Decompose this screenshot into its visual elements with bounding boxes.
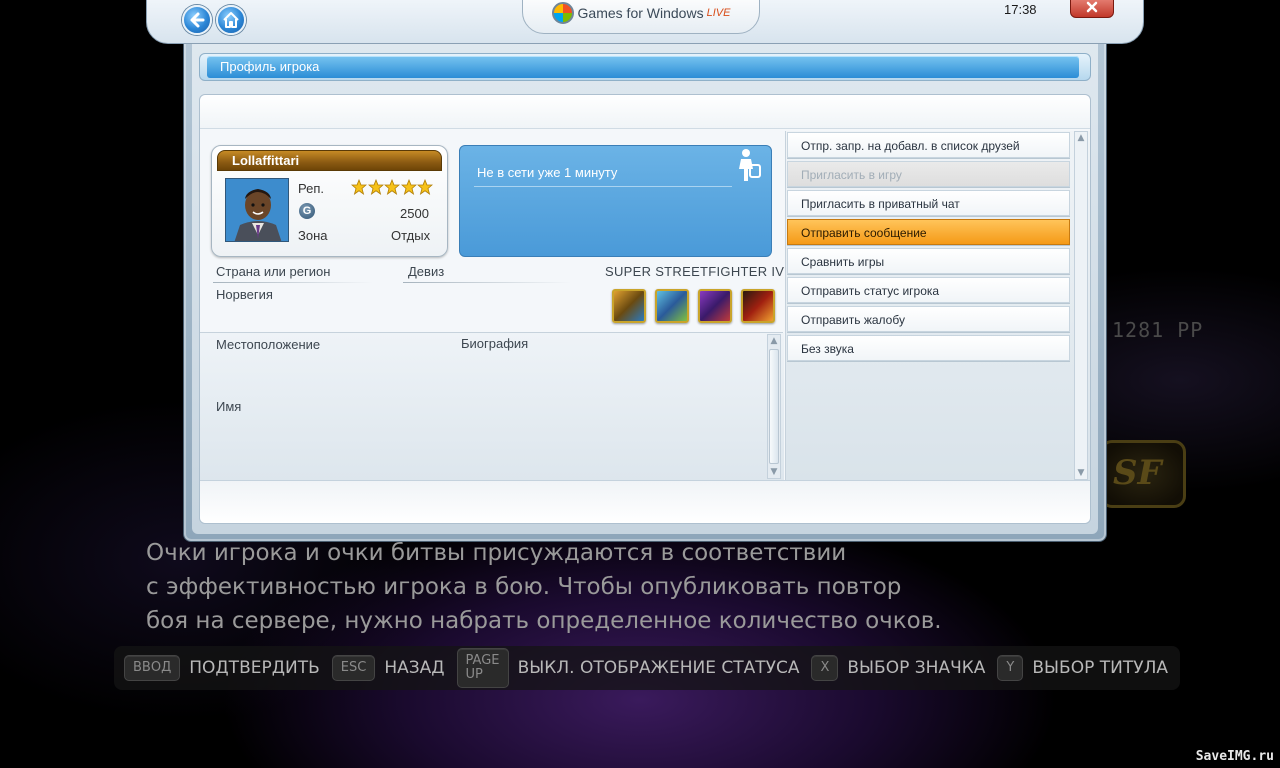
zone-label: Зона bbox=[298, 228, 328, 243]
hint-back[interactable]: ESC НАЗАД bbox=[331, 655, 445, 681]
avatar bbox=[225, 178, 289, 242]
gamertag: Lollaffittari bbox=[232, 153, 300, 168]
close-button[interactable] bbox=[1070, 0, 1114, 18]
zone-value: Отдых bbox=[391, 228, 431, 243]
control-hints-bar: ВВОД ПОДТВЕРДИТЬ ESC НАЗАД PAGE UP ВЫКЛ.… bbox=[114, 646, 1180, 690]
gfw-brand: Games for Windows bbox=[577, 5, 704, 21]
bio-scrollbar[interactable]: ▲ ▼ bbox=[767, 334, 781, 479]
scroll-down-icon[interactable]: ▼ bbox=[1075, 467, 1087, 479]
key-enter: ВВОД bbox=[124, 655, 181, 681]
key-x: X bbox=[811, 655, 839, 681]
page-title: Профиль игрока bbox=[220, 59, 320, 74]
tip-line: боя на сервере, нужно набрать определенн… bbox=[146, 608, 942, 634]
divider bbox=[403, 282, 571, 283]
details-panel bbox=[200, 333, 784, 480]
country-label: Страна или регион bbox=[216, 264, 331, 279]
star-icon bbox=[351, 179, 367, 195]
menu-scrollbar[interactable]: ▲ ▼ bbox=[1074, 131, 1088, 480]
scroll-thumb[interactable] bbox=[769, 349, 779, 464]
star-icon bbox=[367, 179, 384, 195]
hint-label: ВЫБОР ТИТУЛА bbox=[1032, 658, 1168, 678]
menu-item-compare-games[interactable]: Сравнить игры bbox=[787, 248, 1070, 274]
gamerscore: 2500 bbox=[400, 206, 429, 221]
back-button[interactable] bbox=[182, 5, 212, 35]
clock: 17:38 bbox=[1004, 2, 1037, 17]
close-icon bbox=[1086, 1, 1098, 13]
windows-logo-icon bbox=[551, 2, 574, 24]
presence-divider bbox=[474, 186, 732, 187]
hint-label: ПОДТВЕРДИТЬ bbox=[189, 658, 320, 678]
rep-label: Реп. bbox=[298, 181, 324, 196]
scroll-up-icon[interactable]: ▲ bbox=[1075, 132, 1087, 144]
game-logo: SF bbox=[1100, 440, 1186, 508]
tip-text: Очки игрока и очки битвы присуждаются в … bbox=[146, 536, 1006, 638]
scroll-up-icon[interactable]: ▲ bbox=[768, 335, 780, 347]
key-y: Y bbox=[997, 655, 1024, 681]
home-icon bbox=[223, 12, 239, 28]
hint-status-toggle[interactable]: PAGE UP ВЫКЛ. ОТОБРАЖЕНИЕ СТАТУСА bbox=[456, 648, 800, 688]
menu-item-add-friend[interactable]: Отпр. запр. на добавл. в список друзей bbox=[787, 132, 1070, 158]
name-label: Имя bbox=[216, 399, 242, 414]
country-value: Норвегия bbox=[216, 287, 273, 302]
menu-item-send-message[interactable]: Отправить сообщение bbox=[787, 219, 1070, 245]
watermark: SaveIMG.ru bbox=[1195, 749, 1274, 764]
gamerscore-icon: G bbox=[299, 203, 315, 219]
hint-select-icon[interactable]: X ВЫБОР ЗНАЧКА bbox=[811, 655, 985, 681]
divider bbox=[213, 282, 373, 283]
star-icon bbox=[384, 179, 400, 195]
gfw-logo-tab[interactable]: Games for Windows LIVE bbox=[522, 0, 760, 34]
presence-text: Не в сети уже 1 минуту bbox=[477, 165, 618, 180]
presence-box bbox=[459, 145, 772, 257]
key-page-up: PAGE UP bbox=[456, 648, 509, 688]
achievement-icon[interactable] bbox=[612, 289, 646, 323]
scroll-down-icon[interactable]: ▼ bbox=[768, 466, 780, 478]
home-button[interactable] bbox=[216, 5, 246, 35]
rep-stars bbox=[351, 179, 434, 195]
achievement-list bbox=[612, 289, 784, 323]
bio-label: Биография bbox=[461, 336, 529, 351]
arrow-left-icon bbox=[190, 12, 205, 28]
avatar-image bbox=[226, 179, 288, 241]
achievement-icon[interactable] bbox=[655, 289, 689, 323]
menu-item-report[interactable]: Отправить жалобу bbox=[787, 306, 1070, 332]
star-icon bbox=[417, 179, 433, 195]
hint-label: ВЫКЛ. ОТОБРАЖЕНИЕ СТАТУСА bbox=[517, 658, 800, 678]
content-header bbox=[200, 95, 1090, 129]
hint-label: НАЗАД bbox=[384, 658, 445, 678]
background-score: 1281 PP bbox=[1112, 318, 1204, 342]
location-label: Местоположение bbox=[216, 337, 321, 352]
section-divider bbox=[200, 332, 783, 333]
motto-label: Девиз bbox=[408, 264, 445, 279]
menu-item-send-status[interactable]: Отправить статус игрока bbox=[787, 277, 1070, 303]
tip-line: с эффективностью игрока в бою. Чтобы опу… bbox=[146, 574, 902, 600]
hint-select-title[interactable]: Y ВЫБОР ТИТУЛА bbox=[997, 655, 1168, 681]
menu-item-invite-game[interactable]: Пригласить в игру bbox=[787, 161, 1070, 187]
star-icon bbox=[400, 179, 417, 195]
gfw-live-label: LIVE bbox=[706, 7, 731, 19]
title-bar-fill bbox=[207, 56, 1079, 78]
hint-label: ВЫБОР ЗНАЧКА bbox=[847, 658, 986, 678]
offline-user-icon bbox=[739, 149, 761, 181]
content-footer bbox=[200, 480, 1090, 523]
achievement-icon[interactable] bbox=[698, 289, 732, 323]
hint-confirm[interactable]: ВВОД ПОДТВЕРДИТЬ bbox=[124, 655, 320, 681]
key-esc: ESC bbox=[331, 655, 376, 681]
game-title: SUPER STREETFIGHTER IV bbox=[605, 264, 785, 279]
menu-item-private-chat[interactable]: Пригласить в приватный чат bbox=[787, 190, 1070, 216]
achievement-icon[interactable] bbox=[741, 289, 775, 323]
menu-item-mute[interactable]: Без звука bbox=[787, 335, 1070, 361]
